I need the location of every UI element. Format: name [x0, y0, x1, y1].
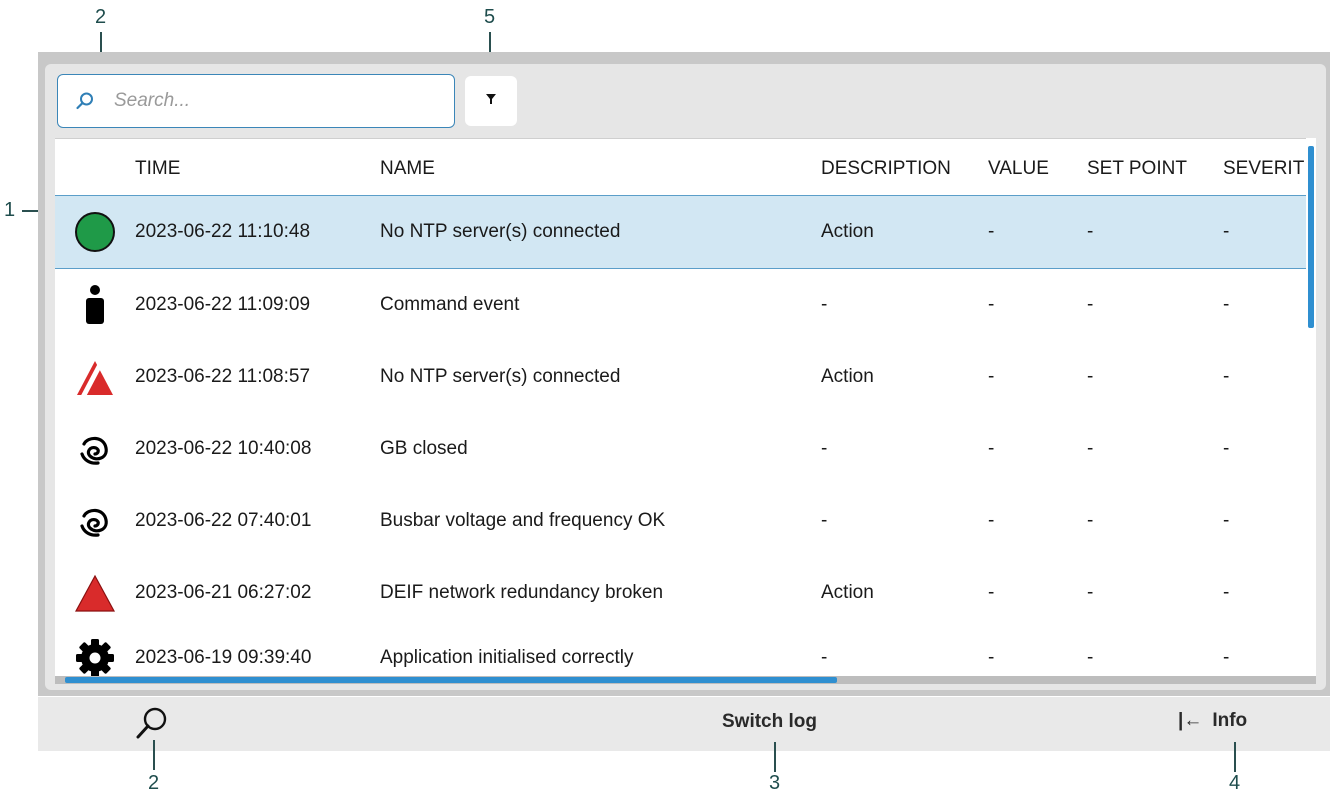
event-log-panel: TIME NAME DESCRIPTION VALUE SET POINT SE… — [45, 64, 1326, 690]
row-description: Action — [821, 221, 874, 242]
row-value: - — [988, 582, 995, 603]
row-name: DEIF network redundancy broken — [380, 582, 664, 603]
row-description: - — [821, 438, 828, 459]
alarm-acknowledged-icon — [73, 355, 117, 399]
row-severity: - — [1223, 510, 1230, 531]
column-header-set-point[interactable]: SET POINT — [1087, 158, 1187, 180]
horizontal-scroll-thumb[interactable] — [65, 677, 837, 683]
column-header-severity[interactable]: SEVERIT — [1223, 158, 1304, 180]
row-set-point: - — [1087, 366, 1094, 387]
gear-icon — [73, 636, 117, 678]
callout-line — [1234, 742, 1236, 772]
column-header-name[interactable]: NAME — [380, 158, 435, 180]
row-name: GB closed — [380, 438, 468, 459]
callout-4: 4 — [1229, 772, 1241, 794]
row-name: No NTP server(s) connected — [380, 366, 621, 387]
row-time: 2023-06-19 09:39:40 — [135, 647, 312, 668]
table-header: TIME NAME DESCRIPTION VALUE SET POINT SE… — [55, 139, 1316, 199]
callout-5: 5 — [484, 6, 496, 28]
table-row[interactable]: 2023-06-22 10:40:08 GB closed - - - - — [55, 413, 1316, 485]
search-input[interactable] — [114, 90, 414, 112]
info-label: Info — [1212, 710, 1248, 731]
row-time: 2023-06-22 10:40:08 — [135, 438, 312, 459]
vertical-scroll-thumb[interactable] — [1308, 146, 1314, 328]
horizontal-scrollbar[interactable] — [55, 676, 1316, 684]
row-severity: - — [1223, 294, 1230, 315]
table-row[interactable]: 2023-06-21 06:27:02 DEIF network redunda… — [55, 557, 1316, 629]
bottom-toolbar: Switch log |← Info — [38, 697, 1330, 751]
row-name: Busbar voltage and frequency OK — [380, 510, 666, 531]
row-description: - — [821, 294, 828, 315]
search-icon — [135, 706, 169, 745]
search-toggle-button[interactable] — [134, 707, 170, 743]
collapse-left-icon: |← — [1178, 710, 1203, 731]
event-swirl-icon — [73, 427, 117, 471]
column-header-value[interactable]: VALUE — [988, 158, 1049, 180]
callout-1: 1 — [4, 199, 16, 221]
row-value: - — [988, 366, 995, 387]
callout-line — [774, 742, 776, 772]
row-description: Action — [821, 582, 874, 603]
row-name: Application initialised correctly — [380, 647, 634, 668]
callout-2-top: 2 — [95, 6, 107, 28]
row-severity: - — [1223, 647, 1230, 668]
info-button[interactable]: |← Info — [1178, 710, 1247, 732]
table-row[interactable]: 2023-06-22 07:40:01 Busbar voltage and f… — [55, 485, 1316, 557]
row-value: - — [988, 221, 995, 242]
row-name: No NTP server(s) connected — [380, 221, 621, 242]
callout-2-bottom: 2 — [148, 772, 160, 794]
table-row[interactable]: 2023-06-22 11:09:09 Command event - - - … — [55, 269, 1316, 341]
row-time: 2023-06-22 11:10:48 — [135, 221, 311, 242]
row-description: - — [821, 510, 828, 531]
event-table: TIME NAME DESCRIPTION VALUE SET POINT SE… — [55, 138, 1316, 678]
red-triangle-alarm-icon — [73, 571, 117, 615]
row-set-point: - — [1087, 647, 1094, 668]
filter-button[interactable] — [465, 76, 517, 126]
filter-icon — [485, 92, 497, 110]
callout-3: 3 — [769, 772, 781, 794]
row-value: - — [988, 294, 995, 315]
row-set-point: - — [1087, 438, 1094, 459]
row-severity: - — [1223, 221, 1230, 242]
search-box[interactable] — [57, 74, 455, 128]
row-severity: - — [1223, 582, 1230, 603]
row-value: - — [988, 647, 995, 668]
callout-line — [153, 740, 155, 770]
row-time: 2023-06-22 07:40:01 — [135, 510, 312, 531]
row-time: 2023-06-22 11:09:09 — [135, 294, 311, 315]
vertical-scrollbar[interactable] — [1306, 138, 1316, 678]
table-row[interactable]: 2023-06-22 11:08:57 No NTP server(s) con… — [55, 341, 1316, 413]
row-time: 2023-06-22 11:08:57 — [135, 366, 311, 387]
search-icon — [74, 90, 96, 112]
switch-log-button[interactable]: Switch log — [722, 711, 817, 733]
person-icon — [73, 283, 117, 327]
column-header-time[interactable]: TIME — [135, 158, 180, 180]
row-set-point: - — [1087, 582, 1094, 603]
row-value: - — [988, 510, 995, 531]
row-description: Action — [821, 366, 874, 387]
table-row[interactable]: 2023-06-22 11:10:48 No NTP server(s) con… — [55, 195, 1316, 269]
row-time: 2023-06-21 06:27:02 — [135, 582, 312, 603]
event-swirl-icon — [73, 499, 117, 543]
row-severity: - — [1223, 438, 1230, 459]
row-set-point: - — [1087, 294, 1094, 315]
green-circle-icon — [73, 210, 117, 254]
row-value: - — [988, 438, 995, 459]
row-set-point: - — [1087, 221, 1094, 242]
row-severity: - — [1223, 366, 1230, 387]
table-row[interactable]: 2023-06-19 09:39:40 Application initiali… — [55, 627, 1316, 678]
column-header-description[interactable]: DESCRIPTION — [821, 158, 951, 180]
row-description: - — [821, 647, 828, 668]
row-set-point: - — [1087, 510, 1094, 531]
row-name: Command event — [380, 294, 520, 315]
